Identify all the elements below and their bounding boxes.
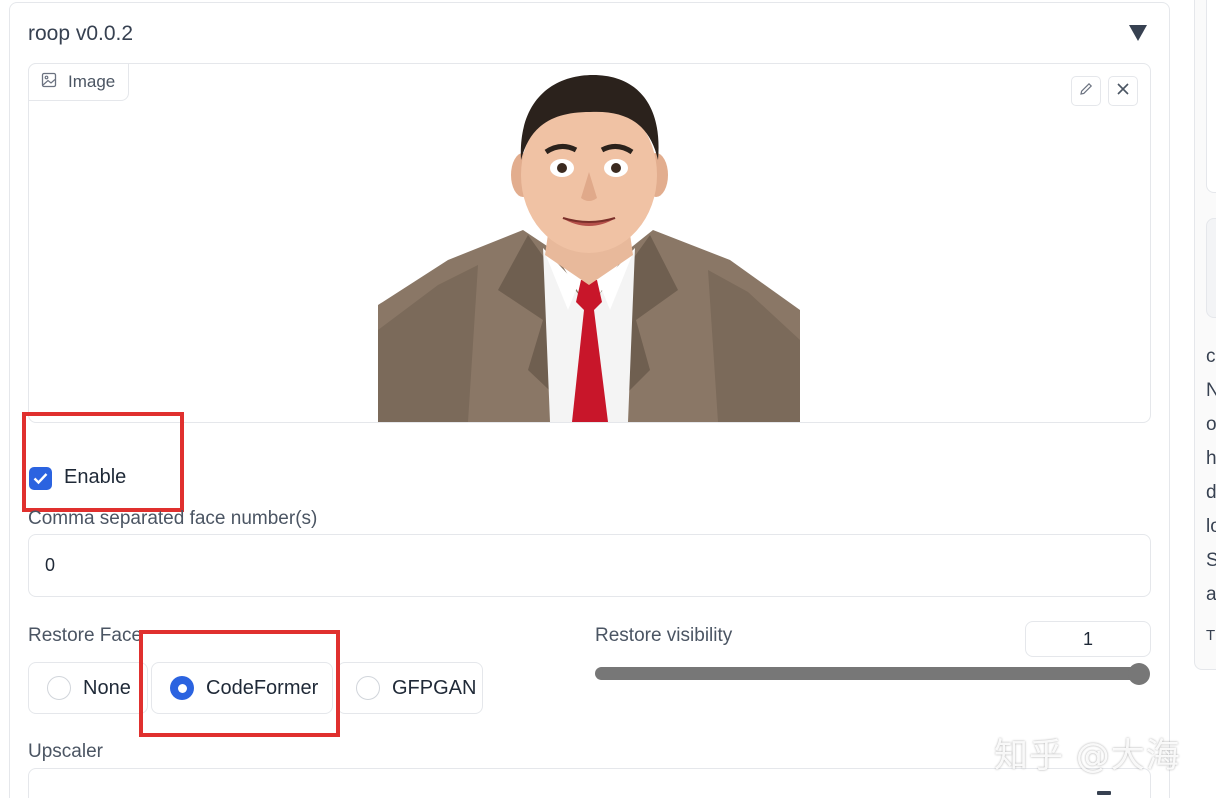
panel-title: roop v0.0.2 [28, 22, 134, 45]
slider-thumb[interactable] [1128, 663, 1150, 685]
side-text-line: h [1206, 448, 1216, 469]
image-icon [41, 72, 57, 93]
face-number-input[interactable] [28, 534, 1151, 597]
chevron-down-icon [1097, 791, 1111, 795]
upscaler-dropdown[interactable] [28, 768, 1151, 798]
clear-image-button[interactable] [1108, 76, 1138, 106]
side-button[interactable] [1206, 218, 1216, 318]
side-text-line: d [1206, 482, 1216, 503]
image-label-text: Image [68, 72, 116, 91]
image-label-tag: Image [28, 63, 129, 101]
uploaded-face-photo [378, 75, 800, 422]
side-text-line: N [1206, 380, 1216, 401]
radio-circle [356, 676, 380, 700]
radio-option-gfpgan[interactable]: GFPGAN [337, 662, 483, 714]
close-icon [1116, 82, 1130, 101]
radio-label: GFPGAN [392, 676, 477, 699]
radio-circle [47, 676, 71, 700]
side-text-line: a [1206, 584, 1216, 605]
side-text-line: lo [1206, 516, 1216, 537]
restore-visibility-slider[interactable] [595, 667, 1143, 680]
side-text-line: o [1206, 414, 1216, 435]
pencil-icon [1078, 81, 1094, 102]
highlight-box-enable [22, 412, 184, 512]
side-textarea[interactable] [1206, 0, 1216, 193]
side-text-line: c [1206, 346, 1216, 367]
restore-visibility-number[interactable]: 1 [1025, 621, 1151, 657]
side-text-line: S [1206, 550, 1216, 571]
upscaler-label: Upscaler [28, 741, 103, 762]
side-text-line: T [1206, 627, 1216, 644]
face-number-label: Comma separated face number(s) [28, 508, 318, 529]
highlight-box-codeformer [139, 630, 340, 737]
zhihu-watermark: 知乎 @大海 [994, 736, 1181, 776]
restore-visibility-label: Restore visibility [595, 625, 733, 646]
radio-label: None [83, 676, 131, 699]
restore-face-label: Restore Face [28, 625, 143, 646]
collapse-triangle-icon[interactable] [1129, 25, 1147, 41]
radio-option-none[interactable]: None [28, 662, 148, 714]
edit-button[interactable] [1071, 76, 1101, 106]
